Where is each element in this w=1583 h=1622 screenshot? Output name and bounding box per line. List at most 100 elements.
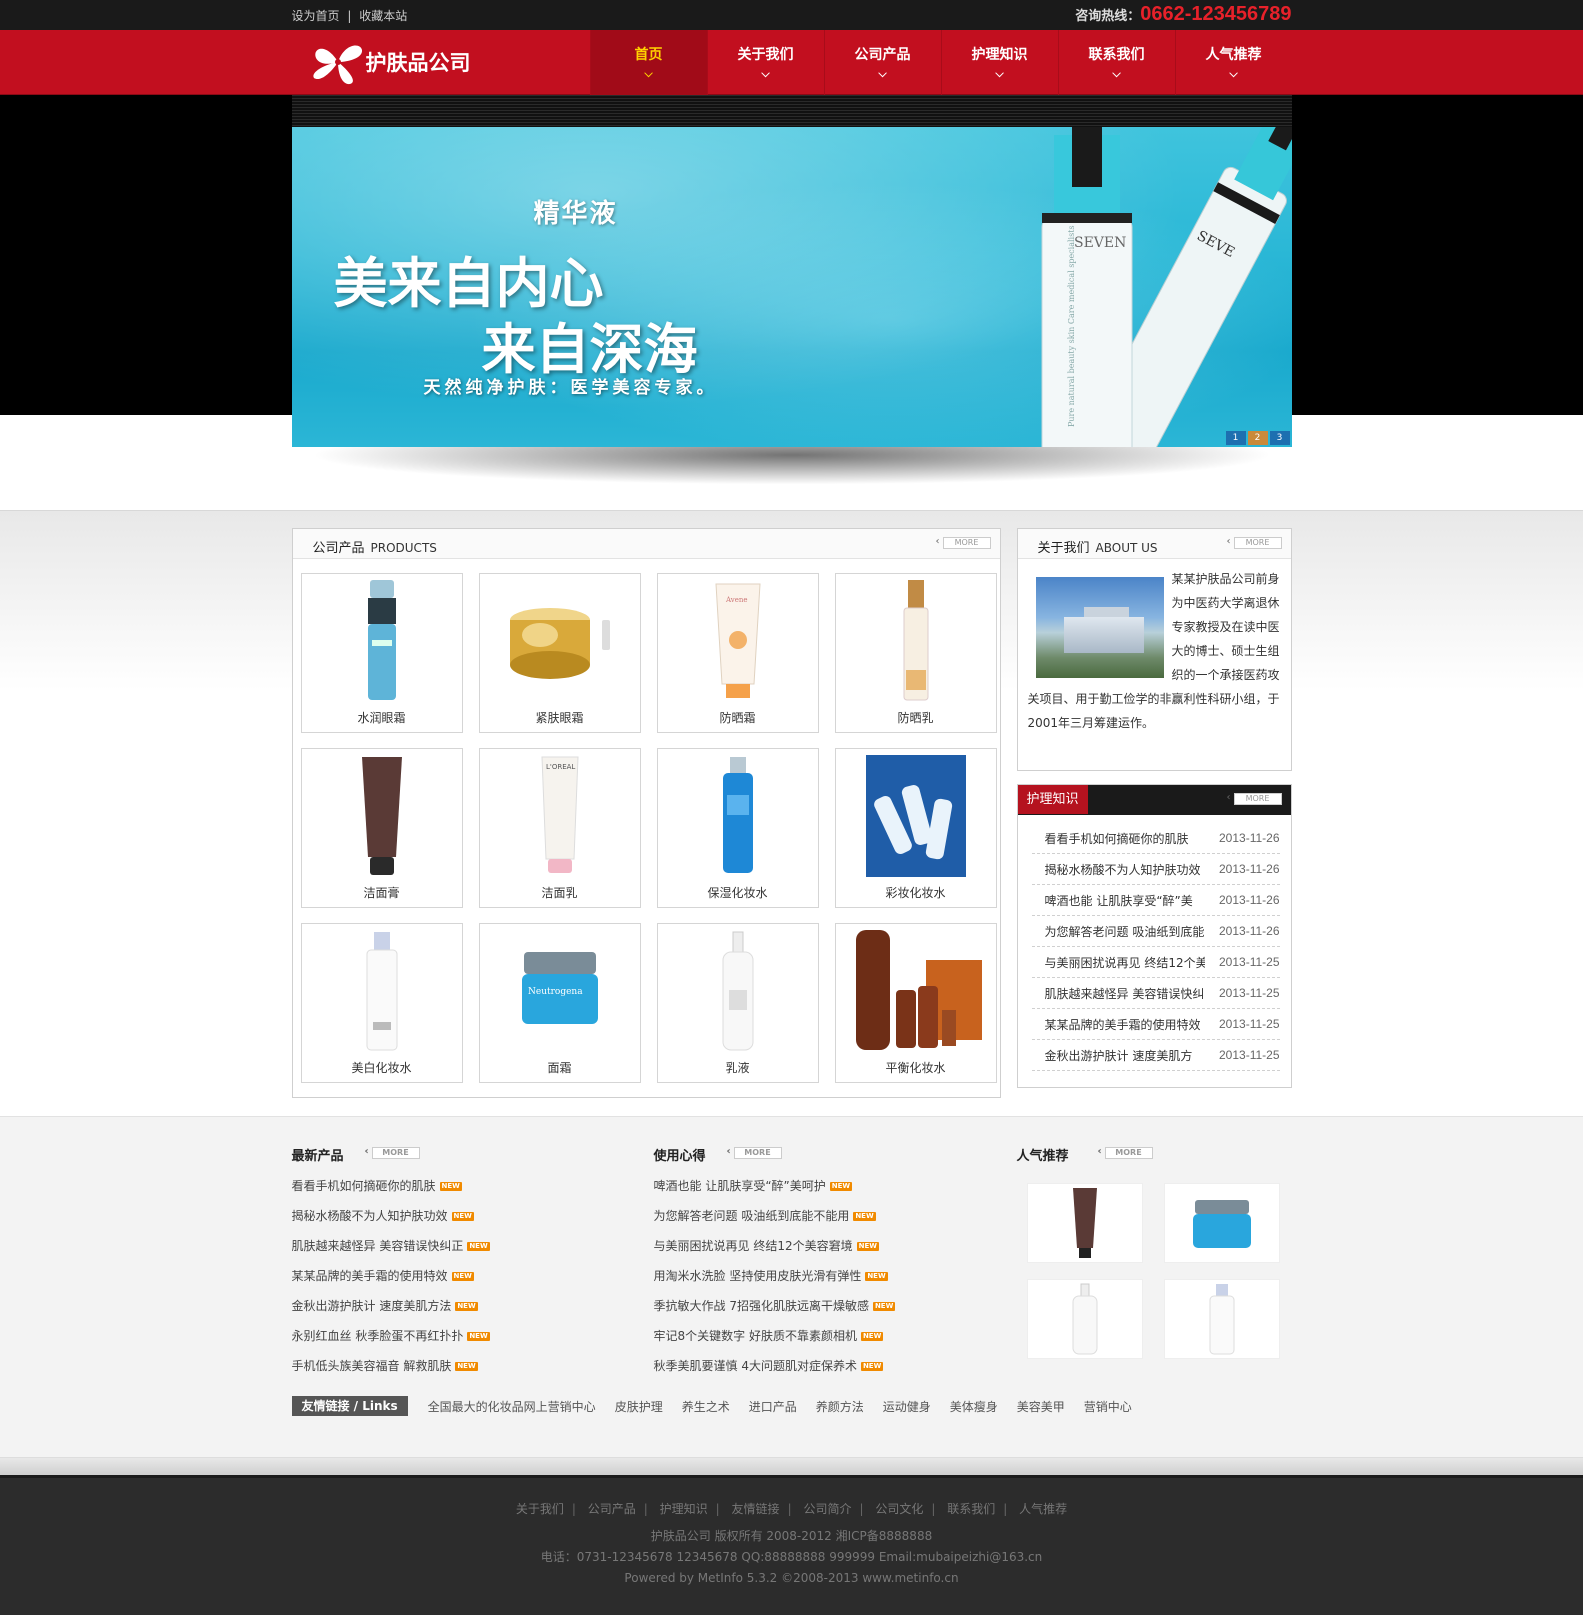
product-card[interactable]: 平衡化妆水 [834,923,997,1083]
care-item-title[interactable]: 某某品牌的美手霜的使用特效 [1045,1016,1205,1033]
list-item[interactable]: 揭秘水杨酸不为人知护肤功效 2013-11-26 [1031,854,1280,885]
friend-link[interactable]: 美体瘦身 [950,1398,998,1415]
care-more-button[interactable]: MORE [1227,793,1282,805]
experience-item-title[interactable]: 与美丽困扰说再见 终结12个美容窘境 [654,1239,853,1253]
latest-item-title[interactable]: 永别红血丝 秋季脸蛋不再红扑扑 [292,1329,464,1343]
friend-link[interactable]: 全国最大的化妆品网上营销中心 [428,1398,596,1415]
experience-item-title[interactable]: 为您解答老问题 吸油纸到底能不能用 [654,1209,850,1223]
popular-product-thumb[interactable] [1163,1279,1280,1359]
product-card[interactable]: Avene 防晒霜 [656,573,819,733]
about-more-button[interactable]: MORE [1227,537,1282,549]
popular-product-thumb[interactable] [1026,1183,1143,1263]
care-item-title[interactable]: 金秋出游护肤计 速度美肌方 [1045,1047,1205,1064]
friend-link[interactable]: 养生之术 [682,1398,730,1415]
product-card[interactable]: L'OREAL 洁面乳 [478,748,641,908]
popular-product-thumb[interactable] [1163,1183,1280,1263]
list-item[interactable]: 啤酒也能 让肌肤享受“醉”美呵护 NEW [654,1177,984,1207]
list-item[interactable]: 牢记8个关键数字 好肤质不靠素颜相机 NEW [654,1327,984,1357]
list-item[interactable]: 肌肤越来越怪异 美容错误快纠 2013-11-25 [1031,978,1280,1009]
list-item[interactable]: 季抗敏大作战 7招强化肌肤远离干燥敏感 NEW [654,1297,984,1327]
latest-item-title[interactable]: 金秋出游护肤计 速度美肌方法 [292,1299,452,1313]
latest-item-title[interactable]: 揭秘水杨酸不为人知护肤功效 [292,1209,448,1223]
bookmark-link[interactable]: 收藏本站 [359,9,407,23]
list-item[interactable]: 某某品牌的美手霜的使用特效 NEW [292,1267,622,1297]
product-card[interactable]: 美白化妆水 [300,923,463,1083]
logo[interactable]: 护肤品公司 [308,38,471,86]
experience-item-title[interactable]: 用淘米水洗脸 坚持使用皮肤光滑有弹性 [654,1269,862,1283]
friend-link[interactable]: 运动健身 [883,1398,931,1415]
slide-dot-3[interactable]: 3 [1269,431,1290,445]
list-item[interactable]: 看看手机如何摘砸你的肌肤 2013-11-26 [1031,823,1280,854]
slide-dot-1[interactable]: 1 [1225,431,1246,445]
list-item[interactable]: 为您解答老问题 吸油纸到底能 2013-11-26 [1031,916,1280,947]
list-item[interactable]: 用淘米水洗脸 坚持使用皮肤光滑有弹性 NEW [654,1267,984,1297]
footer-link[interactable]: 护理知识 [660,1502,708,1516]
popular-more-button[interactable]: MORE [1098,1147,1153,1159]
list-item[interactable]: 揭秘水杨酸不为人知护肤功效 NEW [292,1207,622,1237]
list-item[interactable]: 肌肤越来越怪异 美容错误快纠正 NEW [292,1237,622,1267]
care-item-title[interactable]: 揭秘水杨酸不为人知护肤功效 [1045,861,1205,878]
footer-link[interactable]: 公司产品 [588,1502,636,1516]
latest-item-title[interactable]: 看看手机如何摘砸你的肌肤 [292,1179,436,1193]
latest-item-title[interactable]: 某某品牌的美手霜的使用特效 [292,1269,448,1283]
care-item-title[interactable]: 与美丽困扰说再见 终结12个美 [1045,954,1205,971]
product-card[interactable]: 乳液 [656,923,819,1083]
svg-text:L'OREAL: L'OREAL [546,763,575,771]
footer-link[interactable]: 关于我们 [516,1502,564,1516]
list-item[interactable]: 永别红血丝 秋季脸蛋不再红扑扑 NEW [292,1327,622,1357]
experience-item-title[interactable]: 牢记8个关键数字 好肤质不靠素颜相机 [654,1329,857,1343]
list-item[interactable]: 秋季美肌要谨慎 4大问题肌对症保养术 NEW [654,1357,984,1387]
nav-home[interactable]: 首页 ⌵ [589,30,707,95]
experience-more-button[interactable]: MORE [727,1147,782,1159]
friend-link[interactable]: 营销中心 [1084,1398,1132,1415]
care-item-title[interactable]: 啤酒也能 让肌肤享受“醉”美 [1045,892,1205,909]
list-item[interactable]: 看看手机如何摘砸你的肌肤 NEW [292,1177,622,1207]
friend-link[interactable]: 养颜方法 [816,1398,864,1415]
nav-care-label: 护理知识 [971,47,1028,63]
care-item-title[interactable]: 为您解答老问题 吸油纸到底能 [1045,923,1205,940]
hero-banner[interactable]: 精华液 美来自内心 来自深海 天然纯净护肤：医学美容专家。 SEVE SEVEN… [291,127,1292,447]
footer-link[interactable]: 友情链接 [732,1502,780,1516]
experience-item-title[interactable]: 秋季美肌要谨慎 4大问题肌对症保养术 [654,1359,857,1373]
latest-item-title[interactable]: 手机低头族美容福音 解救肌肤 [292,1359,452,1373]
nav-popular[interactable]: 人气推荐 ⌵ [1174,30,1292,95]
care-item-title[interactable]: 肌肤越来越怪异 美容错误快纠 [1045,985,1205,1002]
friend-link[interactable]: 进口产品 [749,1398,797,1415]
footer-link[interactable]: 公司文化 [875,1502,923,1516]
product-card[interactable]: 水润眼霜 [300,573,463,733]
product-card[interactable]: 彩妆化妆水 [834,748,997,908]
set-home-link[interactable]: 设为首页 [292,9,340,23]
list-item[interactable]: 手机低头族美容福音 解救肌肤 NEW [292,1357,622,1387]
slide-dot-2[interactable]: 2 [1247,431,1268,445]
product-card[interactable]: 洁面膏 [300,748,463,908]
friend-link[interactable]: 美容美甲 [1017,1398,1065,1415]
product-card[interactable]: Neutrogena 面霜 [478,923,641,1083]
footer-link[interactable]: 联系我们 [947,1502,995,1516]
experience-item-title[interactable]: 啤酒也能 让肌肤享受“醉”美呵护 [654,1179,826,1193]
list-item[interactable]: 与美丽困扰说再见 终结12个美容窘境 NEW [654,1237,984,1267]
latest-more-button[interactable]: MORE [365,1147,420,1159]
nav-care[interactable]: 护理知识 ⌵ [940,30,1058,95]
nav-products[interactable]: 公司产品 ⌵ [823,30,941,95]
product-card[interactable]: 防晒乳 [834,573,997,733]
friend-link[interactable]: 皮肤护理 [615,1398,663,1415]
list-item[interactable]: 金秋出游护肤计 速度美肌方法 NEW [292,1297,622,1327]
footer-link[interactable]: 公司简介 [803,1502,851,1516]
new-badge: NEW [829,1182,853,1191]
list-item[interactable]: 为您解答老问题 吸油纸到底能不能用 NEW [654,1207,984,1237]
product-name: 平衡化妆水 [885,1061,946,1075]
footer-link[interactable]: 人气推荐 [1019,1502,1067,1516]
care-item-title[interactable]: 看看手机如何摘砸你的肌肤 [1045,830,1205,847]
product-card[interactable]: 紧肤眼霜 [478,573,641,733]
list-item[interactable]: 金秋出游护肤计 速度美肌方 2013-11-25 [1031,1040,1280,1071]
list-item[interactable]: 某某品牌的美手霜的使用特效 2013-11-25 [1031,1009,1280,1040]
list-item[interactable]: 啤酒也能 让肌肤享受“醉”美 2013-11-26 [1031,885,1280,916]
product-card[interactable]: 保湿化妆水 [656,748,819,908]
experience-item-title[interactable]: 季抗敏大作战 7招强化肌肤远离干燥敏感 [654,1299,869,1313]
products-more-button[interactable]: MORE [936,537,991,549]
list-item[interactable]: 与美丽困扰说再见 终结12个美 2013-11-25 [1031,947,1280,978]
latest-item-title[interactable]: 肌肤越来越怪异 美容错误快纠正 [292,1239,464,1253]
nav-contact[interactable]: 联系我们 ⌵ [1057,30,1175,95]
popular-product-thumb[interactable] [1026,1279,1143,1359]
nav-about[interactable]: 关于我们 ⌵ [706,30,824,95]
